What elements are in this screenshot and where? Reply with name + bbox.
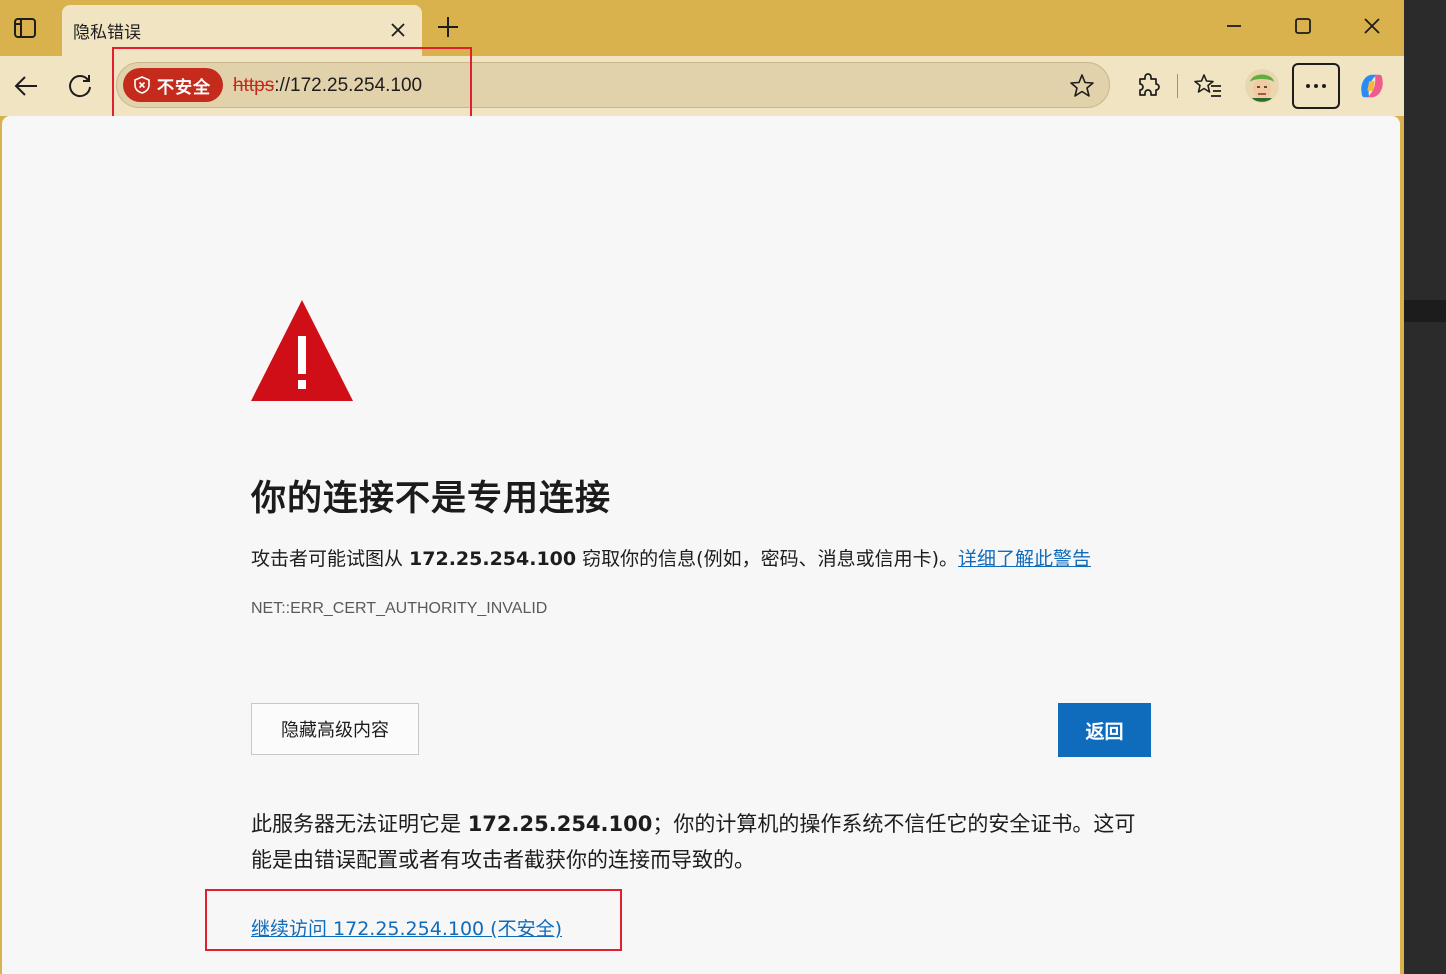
more-dots-icon	[1306, 84, 1326, 88]
toolbar-divider	[1177, 74, 1178, 98]
tab-title: 隐私错误	[73, 23, 141, 43]
close-tab-icon[interactable]	[387, 19, 409, 41]
back-button[interactable]: 返回	[1058, 703, 1151, 757]
page-title: 你的连接不是专用连接	[251, 479, 612, 519]
profile-avatar[interactable]	[1244, 68, 1280, 104]
minimize-icon[interactable]	[1220, 12, 1248, 40]
back-arrow-icon[interactable]	[10, 70, 42, 102]
refresh-icon[interactable]	[64, 70, 96, 102]
page-content: 你的连接不是专用连接 攻击者可能试图从 172.25.254.100 窃取你的信…	[2, 116, 1400, 974]
new-tab-icon[interactable]	[436, 15, 460, 39]
annotation-box-proceed	[205, 889, 622, 951]
desc-host: 172.25.254.100	[409, 548, 577, 570]
warning-description: 攻击者可能试图从 172.25.254.100 窃取你的信息(例如，密码、消息或…	[251, 544, 1091, 571]
error-code: NET::ERR_CERT_AUTHORITY_INVALID	[251, 600, 548, 617]
advanced-explanation: 此服务器无法证明它是 172.25.254.100；你的计算机的操作系统不信任它…	[251, 806, 1151, 878]
annotation-box-address	[112, 47, 472, 127]
copilot-icon[interactable]	[1356, 70, 1388, 102]
background-window-strip	[1404, 0, 1446, 974]
desc-prefix: 攻击者可能试图从	[251, 548, 410, 570]
learn-more-link[interactable]: 详细了解此警告	[958, 548, 1091, 570]
hide-advanced-button[interactable]: 隐藏高级内容	[251, 703, 419, 755]
settings-more-button[interactable]	[1292, 63, 1340, 109]
desc-suffix: 窃取你的信息(例如，密码、消息或信用卡)。	[576, 548, 958, 570]
warning-triangle-icon	[251, 300, 353, 402]
tab-actions-icon[interactable]	[12, 15, 38, 41]
close-window-icon[interactable]	[1358, 12, 1386, 40]
browser-window: 隐私错误 不安全 https://172.25.254.100 你的连接不是专用…	[0, 0, 1404, 974]
favorite-star-icon[interactable]	[1069, 73, 1095, 103]
explain-prefix: 此服务器无法证明它是	[251, 812, 468, 836]
favorites-icon[interactable]	[1192, 70, 1224, 102]
extensions-icon[interactable]	[1132, 70, 1164, 102]
explain-host: 172.25.254.100	[467, 812, 653, 836]
maximize-icon[interactable]	[1289, 12, 1317, 40]
